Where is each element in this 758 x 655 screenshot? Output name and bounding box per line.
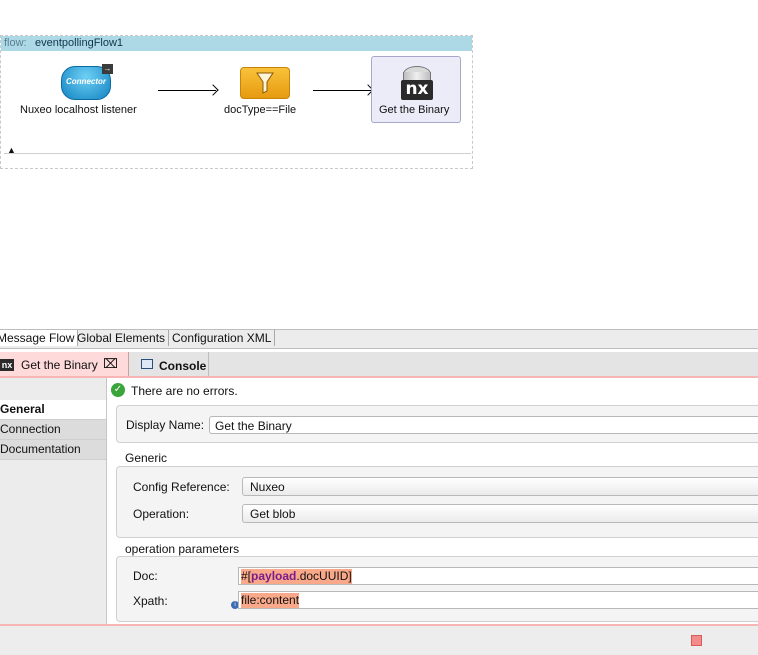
flow-prefix: flow: bbox=[4, 37, 27, 49]
status-bar bbox=[0, 626, 758, 655]
generic-section-title: Generic bbox=[125, 451, 168, 465]
display-name-field[interactable]: Get the Binary bbox=[209, 416, 758, 434]
operation-label: Operation: bbox=[133, 507, 190, 521]
doc-field[interactable]: #[payload.docUUID] bbox=[238, 567, 758, 585]
config-ref-select[interactable]: Nuxeo bbox=[242, 477, 758, 496]
doc-expression: #[payload.docUUID] bbox=[241, 569, 352, 584]
message-source-badge-icon: → bbox=[102, 64, 113, 74]
flow-name: eventpollingFlow1 bbox=[35, 37, 124, 49]
tab-message-flow[interactable]: Message Flow bbox=[0, 330, 79, 346]
nuxeo-nx-text: nx bbox=[405, 79, 429, 99]
sidebar-item-documentation[interactable]: Documentation bbox=[0, 440, 106, 460]
config-ref-label: Config Reference: bbox=[133, 480, 230, 494]
editor-tab-underline bbox=[0, 376, 758, 378]
console-tab-label: Console bbox=[159, 359, 207, 373]
nuxeo-nx-icon: nx bbox=[401, 66, 433, 100]
sidebar-item-general[interactable]: General bbox=[0, 400, 106, 420]
op-params-section-title: operation parameters bbox=[125, 542, 240, 556]
flow-node-label: Nuxeo localhost listener bbox=[20, 104, 137, 116]
connector-icon-text: Connector bbox=[66, 77, 106, 86]
flow-divider bbox=[4, 153, 471, 154]
tab-configuration-xml[interactable]: Configuration XML bbox=[169, 330, 276, 346]
editor-tab-label: Get the Binary bbox=[21, 358, 98, 372]
check-ok-icon: ✓ bbox=[111, 383, 125, 397]
console-icon bbox=[141, 359, 153, 369]
close-icon[interactable]: ⌧ bbox=[103, 356, 118, 372]
op-params-panel bbox=[116, 556, 758, 622]
doc-label: Doc: bbox=[133, 569, 158, 583]
operation-select[interactable]: Get blob bbox=[242, 504, 758, 523]
filter-icon bbox=[240, 67, 290, 99]
stop-icon[interactable] bbox=[691, 635, 702, 646]
validation-status: There are no errors. bbox=[131, 384, 238, 398]
xpath-label: Xpath: bbox=[133, 594, 168, 608]
display-name-label: Display Name: bbox=[126, 418, 205, 432]
collapse-icon[interactable]: ▲ bbox=[7, 146, 16, 155]
tab-global-elements[interactable]: Global Elements bbox=[74, 330, 170, 346]
xpath-field[interactable]: file:content bbox=[238, 591, 758, 609]
flow-node-label: docType==File bbox=[224, 104, 297, 116]
xpath-value: file:content bbox=[241, 593, 300, 608]
nuxeo-small-icon: nx bbox=[0, 359, 14, 371]
sidebar-item-connection[interactable]: Connection bbox=[0, 420, 106, 440]
flow-node-label: Get the Binary bbox=[379, 104, 450, 116]
